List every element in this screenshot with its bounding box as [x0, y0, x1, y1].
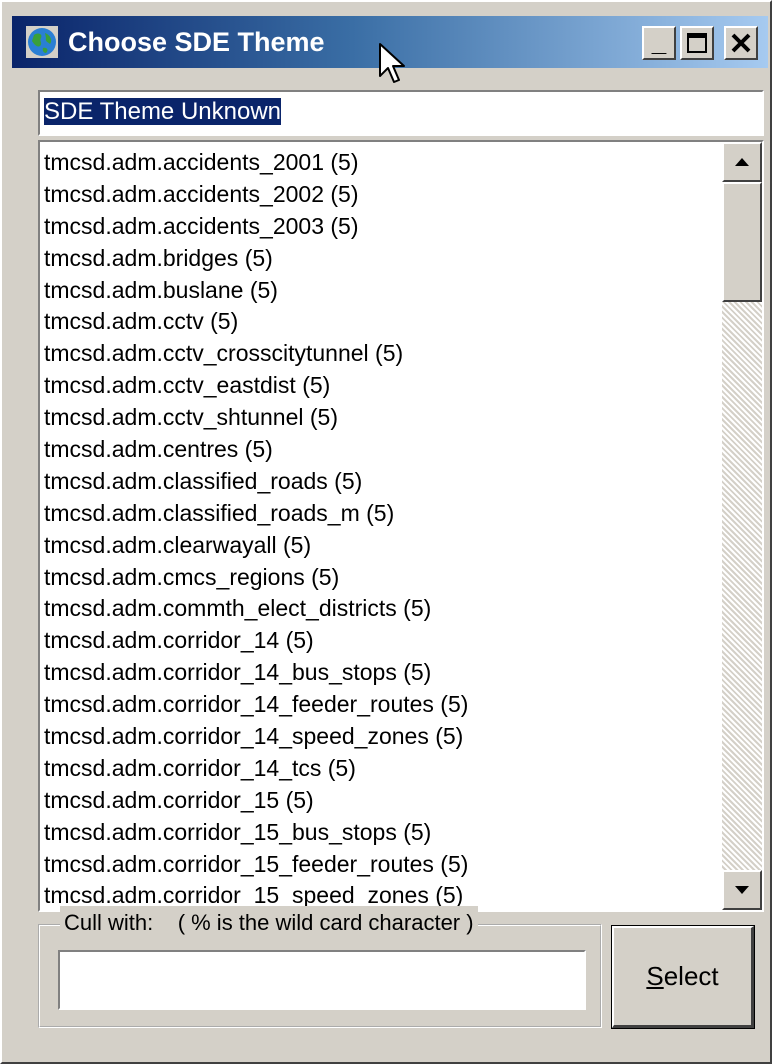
theme-list-item[interactable]: tmcsd.adm.classified_roads_m (5)	[44, 497, 716, 529]
theme-list-item[interactable]: tmcsd.adm.corridor_15_feeder_routes (5)	[44, 848, 716, 880]
scroll-thumb[interactable]	[722, 182, 762, 302]
scroll-up-button[interactable]	[722, 142, 762, 182]
select-mnemonic: S	[646, 961, 664, 991]
close-icon	[731, 33, 751, 53]
selected-theme-text: SDE Theme Unknown	[44, 98, 281, 125]
close-button[interactable]	[724, 26, 758, 60]
mouse-cursor-icon	[379, 43, 405, 83]
theme-list-item[interactable]: tmcsd.adm.cctv_eastdist (5)	[44, 369, 716, 401]
arrow-down-icon	[735, 886, 749, 894]
theme-list-item[interactable]: tmcsd.adm.accidents_2002 (5)	[44, 178, 716, 210]
theme-list-item[interactable]: tmcsd.adm.accidents_2001 (5)	[44, 146, 716, 178]
theme-list-item[interactable]: tmcsd.adm.clearwayall (5)	[44, 529, 716, 561]
theme-list-item[interactable]: tmcsd.adm.corridor_15 (5)	[44, 784, 716, 816]
theme-list-item[interactable]: tmcsd.adm.cctv_shtunnel (5)	[44, 401, 716, 433]
minimize-button[interactable]: _	[642, 26, 676, 60]
scroll-down-button[interactable]	[722, 870, 762, 910]
window-title: Choose SDE Theme	[68, 27, 325, 57]
cull-legend: Cull with: ( % is the wild card characte…	[60, 906, 478, 940]
theme-list-item[interactable]: tmcsd.adm.accidents_2003 (5)	[44, 210, 716, 242]
globe-icon	[26, 26, 58, 58]
select-label: elect	[663, 961, 719, 991]
theme-list-item[interactable]: tmcsd.adm.commth_elect_districts (5)	[44, 592, 716, 624]
theme-list-item[interactable]: tmcsd.adm.buslane (5)	[44, 274, 716, 306]
theme-list-item[interactable]: tmcsd.adm.cctv (5)	[44, 305, 716, 337]
selected-theme-field[interactable]: SDE Theme Unknown	[38, 90, 764, 136]
vertical-scrollbar[interactable]	[722, 142, 762, 910]
cull-groupbox: Cull with: ( % is the wild card characte…	[38, 906, 602, 1028]
theme-list-item[interactable]: tmcsd.adm.corridor_14_feeder_routes (5)	[44, 688, 716, 720]
maximize-button[interactable]	[680, 26, 714, 60]
arrow-up-icon	[735, 158, 749, 166]
theme-list-item[interactable]: tmcsd.adm.cmcs_regions (5)	[44, 561, 716, 593]
theme-list-item[interactable]: tmcsd.adm.bridges (5)	[44, 242, 716, 274]
maximize-icon	[687, 33, 707, 53]
theme-list: tmcsd.adm.accidents_2001 (5) tmcsd.adm.ac…	[44, 146, 716, 910]
theme-list-item[interactable]: tmcsd.adm.cctv_crosscitytunnel (5)	[44, 337, 716, 369]
cull-input[interactable]	[58, 950, 586, 1010]
theme-list-item[interactable]: tmcsd.adm.corridor_14 (5)	[44, 624, 716, 656]
theme-list-item[interactable]: tmcsd.adm.corridor_15_bus_stops (5)	[44, 816, 716, 848]
theme-list-item[interactable]: tmcsd.adm.corridor_14_speed_zones (5)	[44, 720, 716, 752]
theme-list-item[interactable]: tmcsd.adm.classified_roads (5)	[44, 465, 716, 497]
theme-list-item[interactable]: tmcsd.adm.centres (5)	[44, 433, 716, 465]
theme-list-item[interactable]: tmcsd.adm.corridor_14_bus_stops (5)	[44, 656, 716, 688]
theme-listbox[interactable]: tmcsd.adm.accidents_2001 (5) tmcsd.adm.ac…	[38, 140, 764, 912]
choose-sde-theme-dialog: Choose SDE Theme _ SDE Theme Unknown tmc…	[0, 0, 772, 1064]
theme-list-item[interactable]: tmcsd.adm.corridor_14_tcs (5)	[44, 752, 716, 784]
select-button[interactable]: Select	[611, 925, 755, 1029]
